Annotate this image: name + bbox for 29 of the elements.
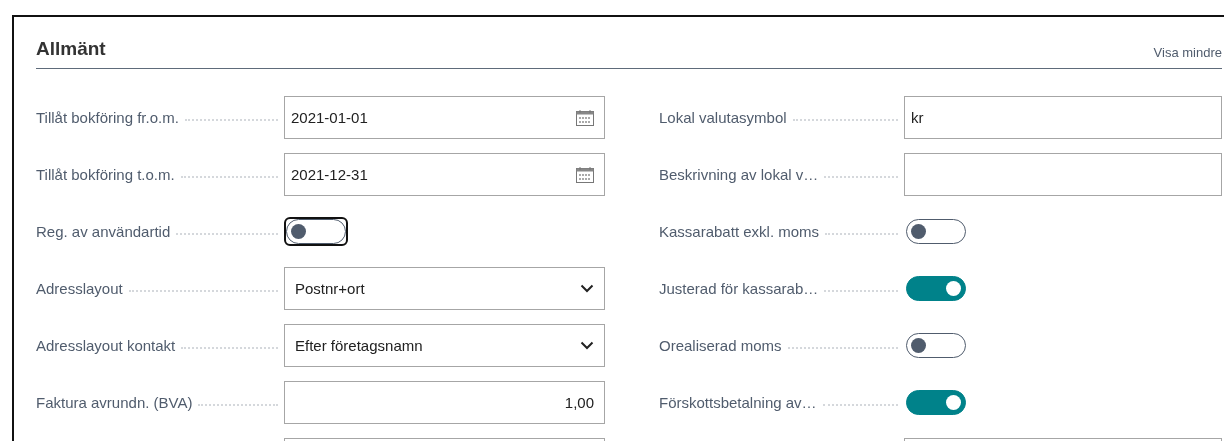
field-label: Faktura avrundn. (BVA) (36, 394, 193, 411)
date-field[interactable]: 2021-01-01 (284, 96, 605, 139)
field-label: Tillåt bokföring t.o.m. (36, 166, 175, 183)
section-title: Allmänt (36, 37, 106, 61)
field-label: Orealiserad moms (659, 337, 782, 354)
field-label: Kassarabatt exkl. moms (659, 223, 820, 240)
field-label: Adresslayout (36, 280, 123, 297)
dropdown-field[interactable]: Efter företagsnamn (284, 324, 605, 367)
show-less-link[interactable]: Visa mindre (1153, 45, 1222, 61)
input-field[interactable] (904, 153, 1222, 196)
field-label: Beskrivning av lokal v… (659, 166, 819, 183)
input-field[interactable]: 1,00 (284, 381, 605, 424)
date-field[interactable]: 2021-12-31 (284, 153, 605, 196)
dropdown-field[interactable]: Postnr+ort (284, 267, 605, 310)
field-label: Lokal valutasymbol (659, 109, 787, 126)
input-field[interactable]: kr (904, 96, 1222, 139)
toggle-switch[interactable] (906, 390, 966, 415)
field-label: Tillåt bokföring fr.o.m. (36, 109, 179, 126)
chevron-down-icon (580, 284, 594, 293)
calendar-icon[interactable] (576, 109, 594, 126)
chevron-down-icon (580, 341, 594, 350)
toggle-switch[interactable] (906, 333, 966, 358)
field-label: Förskottsbetalning av… (659, 394, 817, 411)
field-label: Adresslayout kontakt (36, 337, 176, 354)
toggle-switch[interactable] (906, 276, 966, 301)
calendar-icon[interactable] (576, 166, 594, 183)
field-label: Reg. av användartid (36, 223, 171, 240)
field-label: Justerad för kassarab… (659, 280, 819, 297)
toggle-switch[interactable] (906, 219, 966, 244)
